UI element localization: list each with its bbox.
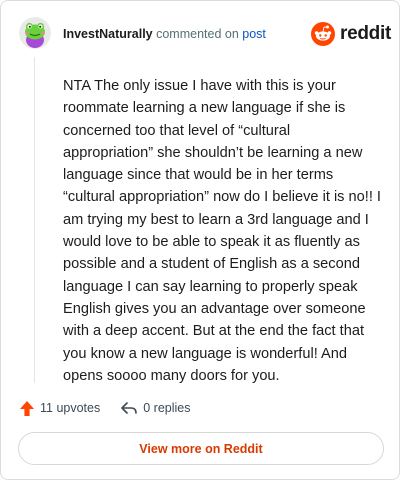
reddit-wordmark: reddit	[340, 23, 391, 44]
username-link[interactable]: InvestNaturally	[63, 27, 153, 41]
post-link[interactable]: post	[242, 27, 266, 41]
comment-actions: 11 upvotes 0 replies	[19, 397, 190, 419]
thread-line	[34, 57, 35, 383]
user-avatar[interactable]	[19, 17, 51, 49]
frog-avatar-icon	[19, 17, 51, 49]
action-text: commented on	[156, 27, 239, 41]
comment-embed-card: InvestNaturally commented on post reddit…	[0, 0, 400, 480]
upvote-arrow-icon	[20, 400, 34, 416]
comment-header: InvestNaturally commented on post	[63, 26, 266, 42]
reply-button[interactable]: 0 replies	[120, 400, 190, 416]
reply-arrow-icon	[121, 402, 138, 414]
view-more-button[interactable]: View more on Reddit	[18, 432, 384, 465]
comment-body: NTA The only issue I have with this is y…	[63, 78, 381, 384]
upvote-button[interactable]: 11 upvotes	[19, 400, 100, 417]
reddit-logo[interactable]: reddit	[311, 21, 391, 47]
reddit-alien-icon	[311, 22, 335, 46]
upvote-count: 11 upvotes	[40, 401, 101, 415]
reply-count: 0 replies	[143, 401, 191, 415]
